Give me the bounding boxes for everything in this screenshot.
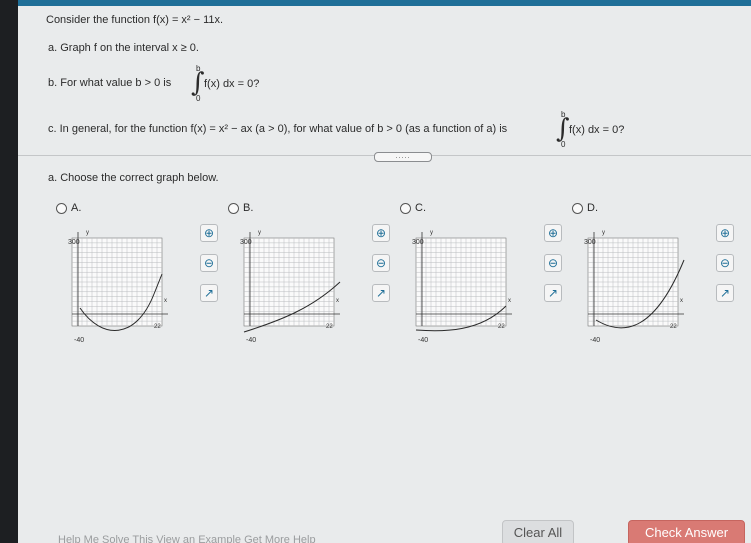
radio-b[interactable] [228,202,239,214]
x-axis-label: x [508,298,511,304]
expand-toggle[interactable]: ..... [374,152,432,162]
option-a-header[interactable]: A. [56,202,81,214]
y-axis-label: y [602,230,605,236]
part-c-text: c. In general, for the function f(x) = x… [48,123,508,135]
y-min-label: -40 [246,337,256,344]
option-c-label: C. [415,202,426,214]
radio-c[interactable] [400,202,411,214]
part-a-prompt: a. Choose the correct graph below. [48,172,219,184]
graph-a-tools: ⊕ ⊖ ↗ [200,224,220,314]
graph-d: 300 -40 22 y x [584,230,685,344]
integral-upper-limit: b [196,64,201,73]
graph-a: 300 -40 22 y x [68,230,168,344]
y-axis-label: y [86,230,89,236]
x-axis-label: x [680,298,683,304]
option-b-label: B. [243,202,254,214]
radio-d[interactable] [572,202,583,214]
zoom-out-icon[interactable]: ⊖ [372,254,390,272]
x-axis-label: x [336,298,339,304]
grid-d [587,232,684,327]
question-screen: Consider the function f(x) = x² − 11x. a… [18,0,751,543]
y-min-label: -40 [418,337,428,344]
y-max-label: 300 [68,239,80,246]
question-intro: Consider the function f(x) = x² − 11x. [46,14,224,26]
integral-upper-limit: b [561,110,566,119]
check-answer-button[interactable]: Check Answer [628,520,745,543]
option-c-header[interactable]: C. [400,202,426,214]
graph-b: 300 -40 22 y x [240,230,341,344]
option-c[interactable]: C. 300 -40 22 y x ⊕ ⊖ ↗ [394,202,564,352]
y-max-label: 300 [584,239,596,246]
y-max-label: 300 [240,239,252,246]
y-min-label: -40 [74,337,84,344]
graph-d-tools: ⊕ ⊖ ↗ [716,224,736,314]
option-a[interactable]: A. 300 -40 22 y x ⊕ ⊖ ↗ [50,202,220,352]
grid-b [243,232,340,327]
x-max-label: 22 [154,324,161,330]
zoom-in-icon[interactable]: ⊕ [200,224,218,242]
y-axis-label: y [258,230,261,236]
option-a-label: A. [71,202,82,214]
grid-a [71,232,168,327]
option-d-header[interactable]: D. [572,202,598,214]
x-max-label: 22 [670,324,677,330]
integral-expression: f(x) dx = 0? [569,124,625,136]
integral-lower-limit: 0 [561,140,566,149]
option-d[interactable]: D. 300 -40 22 y x ⊕ ⊖ ↗ [566,202,736,352]
option-b[interactable]: B. 300 -40 22 y x ⊕ ⊖ ↗ [222,202,392,352]
y-min-label: -40 [590,337,600,344]
x-max-label: 22 [498,324,505,330]
grid-c [415,232,512,327]
zoom-out-icon[interactable]: ⊖ [716,254,734,272]
option-b-header[interactable]: B. [228,202,253,214]
popout-icon[interactable]: ↗ [716,284,734,302]
zoom-in-icon[interactable]: ⊕ [544,224,562,242]
y-axis-label: y [430,230,433,236]
x-max-label: 22 [326,324,333,330]
radio-a[interactable] [56,202,67,214]
part-b-text: b. For what value b > 0 is [48,77,172,89]
graph-b-tools: ⊕ ⊖ ↗ [372,224,392,314]
graph-c-tools: ⊕ ⊖ ↗ [544,224,564,314]
zoom-out-icon[interactable]: ⊖ [200,254,218,272]
integral-lower-limit: 0 [196,94,201,103]
popout-icon[interactable]: ↗ [544,284,562,302]
y-max-label: 300 [412,239,424,246]
clear-all-button[interactable]: Clear All [502,520,574,543]
help-links[interactable]: Help Me Solve This View an Example Get M… [58,534,316,543]
graph-c: 300 -40 22 y x [412,230,512,344]
top-bar [18,0,751,6]
popout-icon[interactable]: ↗ [200,284,218,302]
option-d-label: D. [587,202,598,214]
part-a-text: a. Graph f on the interval x ≥ 0. [48,42,199,54]
popout-icon[interactable]: ↗ [372,284,390,302]
integral-expression: f(x) dx = 0? [204,78,260,90]
zoom-out-icon[interactable]: ⊖ [544,254,562,272]
zoom-in-icon[interactable]: ⊕ [716,224,734,242]
zoom-in-icon[interactable]: ⊕ [372,224,390,242]
x-axis-label: x [164,298,167,304]
